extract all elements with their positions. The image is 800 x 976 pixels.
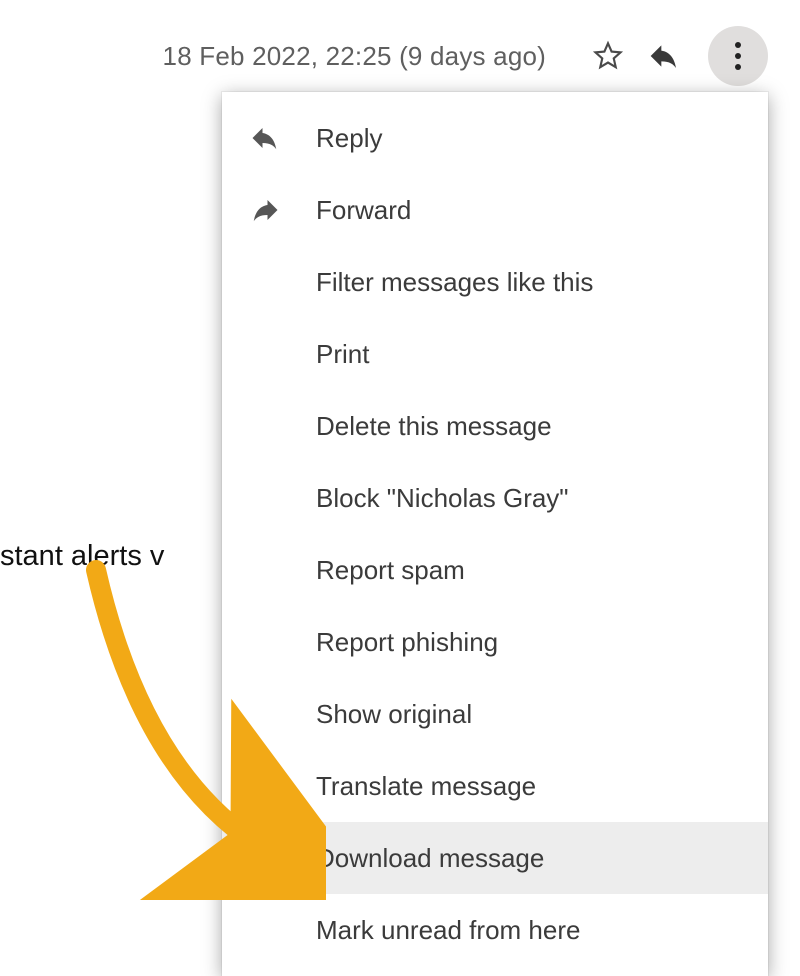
menu-item-delete[interactable]: Delete this message — [222, 390, 768, 462]
menu-item-label: Translate message — [316, 771, 748, 802]
menu-item-mark-unread-from-here[interactable]: Mark unread from here — [222, 894, 768, 966]
reply-icon — [250, 123, 280, 153]
star-outline-icon — [592, 40, 624, 72]
reply-button[interactable] — [644, 36, 684, 76]
kebab-icon — [735, 42, 741, 70]
forward-icon — [250, 195, 280, 225]
more-button[interactable] — [708, 26, 768, 86]
menu-item-label: Report spam — [316, 555, 748, 586]
menu-item-forward[interactable]: Forward — [222, 174, 768, 246]
menu-item-report-spam[interactable]: Report spam — [222, 534, 768, 606]
menu-item-label: Reply — [316, 123, 748, 154]
menu-item-label: Block "Nicholas Gray" — [316, 483, 748, 514]
menu-item-label: Report phishing — [316, 627, 748, 658]
menu-item-block-sender[interactable]: Block "Nicholas Gray" — [222, 462, 768, 534]
message-header-row: 18 Feb 2022, 22:25 (9 days ago) — [163, 26, 768, 86]
menu-item-print[interactable]: Print — [222, 318, 768, 390]
menu-item-label: Delete this message — [316, 411, 748, 442]
menu-item-download-message[interactable]: Download message — [222, 822, 768, 894]
menu-item-label: Show original — [316, 699, 748, 730]
menu-item-label: Forward — [316, 195, 748, 226]
timestamp: 18 Feb 2022, 22:25 (9 days ago) — [163, 41, 546, 72]
menu-item-reply[interactable]: Reply — [222, 102, 768, 174]
menu-item-label: Filter messages like this — [316, 267, 748, 298]
menu-item-filter-messages[interactable]: Filter messages like this — [222, 246, 768, 318]
menu-item-report-phishing[interactable]: Report phishing — [222, 606, 768, 678]
menu-item-label: Print — [316, 339, 748, 370]
message-more-menu: Reply Forward Filter messages like this … — [222, 92, 768, 976]
reply-icon — [648, 40, 680, 72]
menu-item-translate[interactable]: Translate message — [222, 750, 768, 822]
menu-item-label: Download message — [316, 843, 748, 874]
body-text-fragment: stant alerts v — [0, 540, 164, 573]
menu-item-label: Mark unread from here — [316, 915, 748, 946]
star-button[interactable] — [588, 36, 628, 76]
menu-item-show-original[interactable]: Show original — [222, 678, 768, 750]
